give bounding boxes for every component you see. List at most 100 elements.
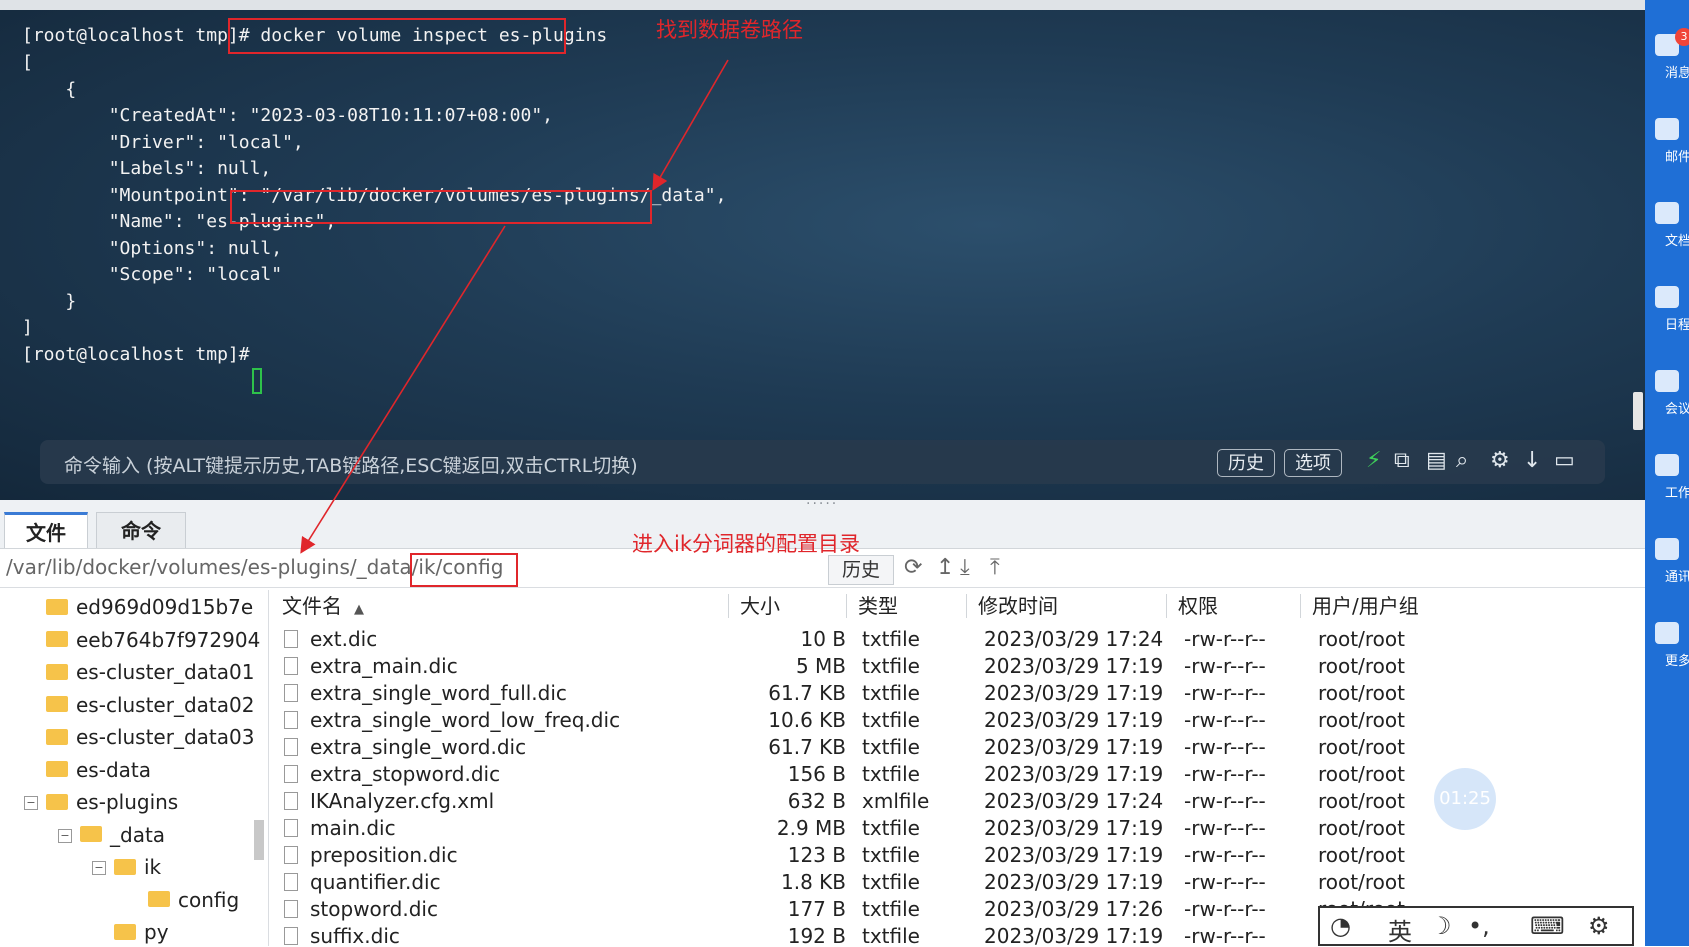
ime-logo-icon[interactable]: ◔ [1330, 912, 1351, 940]
folder-icon [46, 696, 68, 712]
terminal-top-border [0, 0, 1645, 10]
sidebar-item[interactable]: 通讯 [1645, 538, 1689, 585]
tree-item-label: eeb764b7f972904 [76, 627, 261, 652]
download-arrow-icon[interactable]: ↓ [1523, 448, 1541, 473]
sidebar-app-icon [1655, 538, 1679, 560]
column-header-perm[interactable]: 权限 [1178, 590, 1218, 622]
file-icon [284, 900, 298, 918]
file-row[interactable]: preposition.dic 123 B txtfile 2023/03/29 17… [272, 842, 1632, 869]
tree-item[interactable]: py [114, 917, 169, 946]
file-row[interactable]: extra_single_word_full.dic 61.7 KB txtfile… [272, 680, 1632, 707]
tree-item[interactable]: _data [80, 820, 165, 850]
sidebar-item[interactable]: 更多 [1645, 622, 1689, 669]
punctuation-icon[interactable]: •, [1468, 912, 1490, 940]
tree-item[interactable]: ik [114, 852, 161, 882]
file-type: txtfile [862, 681, 920, 705]
column-separator[interactable] [846, 594, 847, 618]
upload-icon[interactable]: ⤒ [990, 555, 1000, 580]
file-type: txtfile [862, 762, 920, 786]
file-size: 10 B [800, 627, 846, 651]
lightning-icon[interactable]: ⚡ [1366, 448, 1381, 473]
file-row[interactable]: extra_single_word_low_freq.dic 10.6 KB txt… [272, 707, 1632, 734]
options-button[interactable]: 选项 [1284, 449, 1342, 477]
ime-toolbar[interactable]: ◔ 英 ☽ •, ⌨ ⚙ [1318, 906, 1634, 946]
tree-item[interactable]: es-cluster_data03 [46, 722, 254, 752]
floating-timer[interactable]: 01:25 [1434, 768, 1496, 830]
column-separator[interactable] [1166, 594, 1167, 618]
column-header-size[interactable]: 大小 [740, 590, 780, 622]
column-header-name[interactable]: 文件名 ▲ [282, 590, 364, 622]
terminal-scrollbar[interactable] [1633, 392, 1643, 430]
column-separator[interactable] [728, 594, 729, 618]
parent-dir-icon[interactable]: ↥ [936, 555, 954, 580]
tree-item[interactable]: config [148, 885, 239, 915]
column-separator[interactable] [1300, 594, 1301, 618]
directory-tree[interactable]: ed969d09d15b7e eeb764b7f972904 es-cluster_… [0, 590, 269, 946]
file-name: ext.dic [310, 627, 378, 651]
terminal-line: "Scope": "local" [22, 264, 283, 285]
history-button[interactable]: 历史 [1217, 449, 1275, 477]
tab-files[interactable]: 文件 [4, 512, 88, 548]
tree-item[interactable]: eeb764b7f972904 [46, 625, 260, 655]
moon-icon[interactable]: ☽ [1430, 912, 1452, 940]
command-input-bar[interactable]: 命令输入 (按ALT键提示历史,TAB键路径,ESC键返回,双击CTRL切换) … [40, 440, 1605, 484]
file-perm: -rw-r--r-- [1184, 843, 1266, 867]
column-separator[interactable] [966, 594, 967, 618]
gear-icon[interactable]: ⚙ [1490, 448, 1510, 473]
file-type: txtfile [862, 843, 920, 867]
column-header-mtime[interactable]: 修改时间 [978, 590, 1058, 622]
file-mtime: 2023/03/29 17:24 [984, 789, 1164, 813]
sidebar-item[interactable]: 邮件 [1645, 118, 1689, 165]
file-row[interactable]: main.dic 2.9 MB txtfile 2023/03/29 17:19 -rw… [272, 815, 1632, 842]
ime-language-toggle[interactable]: 英 [1388, 912, 1412, 947]
tree-item[interactable]: es-data [46, 755, 151, 785]
download-icon[interactable]: ⤓ [960, 555, 970, 580]
sidebar-item-label: 文档 [1665, 234, 1689, 249]
sidebar-item[interactable]: 会议 [1645, 370, 1689, 417]
file-row[interactable]: IKAnalyzer.cfg.xml 632 B xmlfile 2023/03/29… [272, 788, 1632, 815]
file-size: 632 B [787, 789, 846, 813]
file-mtime: 2023/03/29 17:19 [984, 924, 1164, 946]
file-perm: -rw-r--r-- [1184, 627, 1266, 651]
ime-settings-icon[interactable]: ⚙ [1588, 912, 1610, 940]
tree-expander-icon[interactable]: − [24, 796, 38, 810]
file-size: 2.9 MB [776, 816, 846, 840]
tree-expander-icon[interactable]: − [58, 828, 72, 843]
folder-icon [148, 891, 170, 907]
file-icon [284, 819, 298, 837]
file-icon [284, 711, 298, 729]
tree-scrollbar[interactable] [254, 820, 264, 860]
tree-item[interactable]: es-cluster_data02 [46, 690, 254, 720]
tree-item[interactable]: es-plugins [46, 787, 178, 817]
sidebar-item[interactable]: 工作 [1645, 454, 1689, 501]
command-input-placeholder[interactable]: 命令输入 (按ALT键提示历史,TAB键路径,ESC键返回,双击CTRL切换) [64, 451, 638, 478]
column-header-owner[interactable]: 用户/用户组 [1312, 590, 1419, 622]
tab-commands[interactable]: 命令 [96, 512, 186, 548]
maximize-icon[interactable]: ▭ [1554, 448, 1575, 473]
tree-item[interactable]: es-cluster_data01 [46, 657, 254, 687]
sidebar-item[interactable]: 日程 [1645, 286, 1689, 333]
file-row[interactable]: quantifier.dic 1.8 KB txtfile 2023/03/29 17… [272, 869, 1632, 896]
tree-expander-icon[interactable]: − [92, 861, 106, 875]
keyboard-icon[interactable]: ⌨ [1530, 912, 1565, 940]
sidebar-app-icon [1655, 370, 1679, 392]
file-name: extra_stopword.dic [310, 762, 501, 786]
column-header-type[interactable]: 类型 [858, 590, 898, 622]
file-row[interactable]: extra_single_word.dic 61.7 KB txtfile 2023/… [272, 734, 1632, 761]
annotation-find-volume-path: 找到数据卷路径 [656, 18, 803, 42]
tree-item[interactable]: ed969d09d15b7e [46, 592, 253, 622]
sidebar-item[interactable]: 消息 3 [1645, 28, 1689, 81]
refresh-icon[interactable]: ⟳ [904, 555, 922, 580]
terminal-line: [root@localhost tmp]# [22, 344, 261, 365]
file-mtime: 2023/03/29 17:19 [984, 843, 1164, 867]
file-row[interactable]: extra_stopword.dic 156 B txtfile 2023/03/29… [272, 761, 1632, 788]
terminal-pane[interactable]: [root@localhost tmp]# docker volume insp… [0, 0, 1645, 500]
sidebar-item[interactable]: 文档 [1645, 202, 1689, 249]
copy-icon[interactable]: ⧉ [1394, 448, 1410, 473]
file-list[interactable]: 文件名 ▲ 大小 类型 修改时间 权限 用户/用户组 ext.dic 10 B txtfile 2… [272, 590, 1632, 946]
search-icon[interactable]: ⌕ [1456, 448, 1468, 473]
path-history-button[interactable]: 历史 [828, 555, 894, 585]
paste-icon[interactable]: ▤ [1426, 448, 1447, 473]
file-row[interactable]: ext.dic 10 B txtfile 2023/03/29 17:24 -rw-r-… [272, 626, 1632, 653]
file-row[interactable]: extra_main.dic 5 MB txtfile 2023/03/29 17:1… [272, 653, 1632, 680]
